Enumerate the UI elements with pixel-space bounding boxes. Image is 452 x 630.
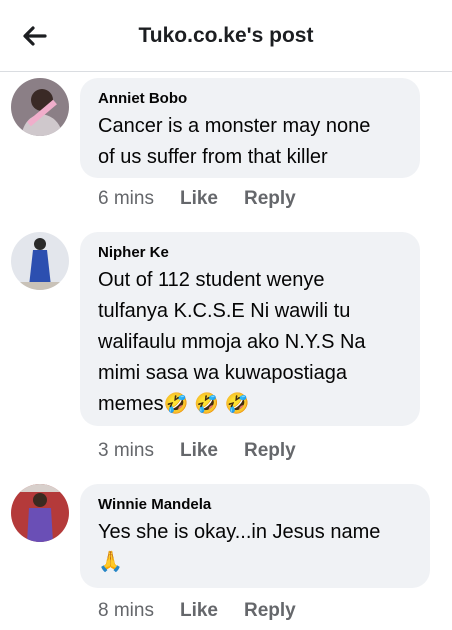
- comment-actions: 6 mins Like Reply: [98, 188, 296, 210]
- reply-button[interactable]: Reply: [244, 188, 296, 210]
- avatar[interactable]: [11, 484, 69, 542]
- comment-bubble: Nipher Ke Out of 112 student wenye tulfa…: [80, 232, 420, 426]
- like-button[interactable]: Like: [180, 188, 218, 210]
- avatar[interactable]: [11, 232, 69, 290]
- comment-time: 6 mins: [98, 188, 154, 209]
- comment-actions: 8 mins Like Reply: [98, 600, 296, 622]
- post-header: Tuko.co.ke's post: [0, 0, 452, 72]
- like-button[interactable]: Like: [180, 440, 218, 462]
- comment-author[interactable]: Nipher Ke: [98, 244, 404, 261]
- reply-button[interactable]: Reply: [244, 440, 296, 462]
- comment-author[interactable]: Anniet Bobo: [98, 90, 404, 107]
- comment-time: 8 mins: [98, 600, 154, 621]
- comment-text: Yes she is okay...in Jesus name: [98, 521, 381, 543]
- comment-text: Out of 112 student wenye tulfanya K.C.S.…: [98, 269, 366, 415]
- like-button[interactable]: Like: [180, 600, 218, 622]
- comment-bubble: Anniet Bobo Cancer is a monster may none…: [80, 78, 420, 178]
- avatar[interactable]: [11, 78, 69, 136]
- comment-author[interactable]: Winnie Mandela: [98, 496, 414, 513]
- comment-actions: 3 mins Like Reply: [98, 440, 296, 462]
- comment-text: Cancer is a monster may none of us suffe…: [98, 115, 371, 168]
- laughing-emoji: 🤣 🤣 🤣: [163, 393, 250, 415]
- praying-hands-emoji: 🙏: [98, 551, 123, 573]
- reply-button[interactable]: Reply: [244, 600, 296, 622]
- comment-time: 3 mins: [98, 440, 154, 461]
- comment-bubble: Winnie Mandela Yes she is okay...in Jesu…: [80, 484, 430, 588]
- page-title: Tuko.co.ke's post: [138, 24, 314, 47]
